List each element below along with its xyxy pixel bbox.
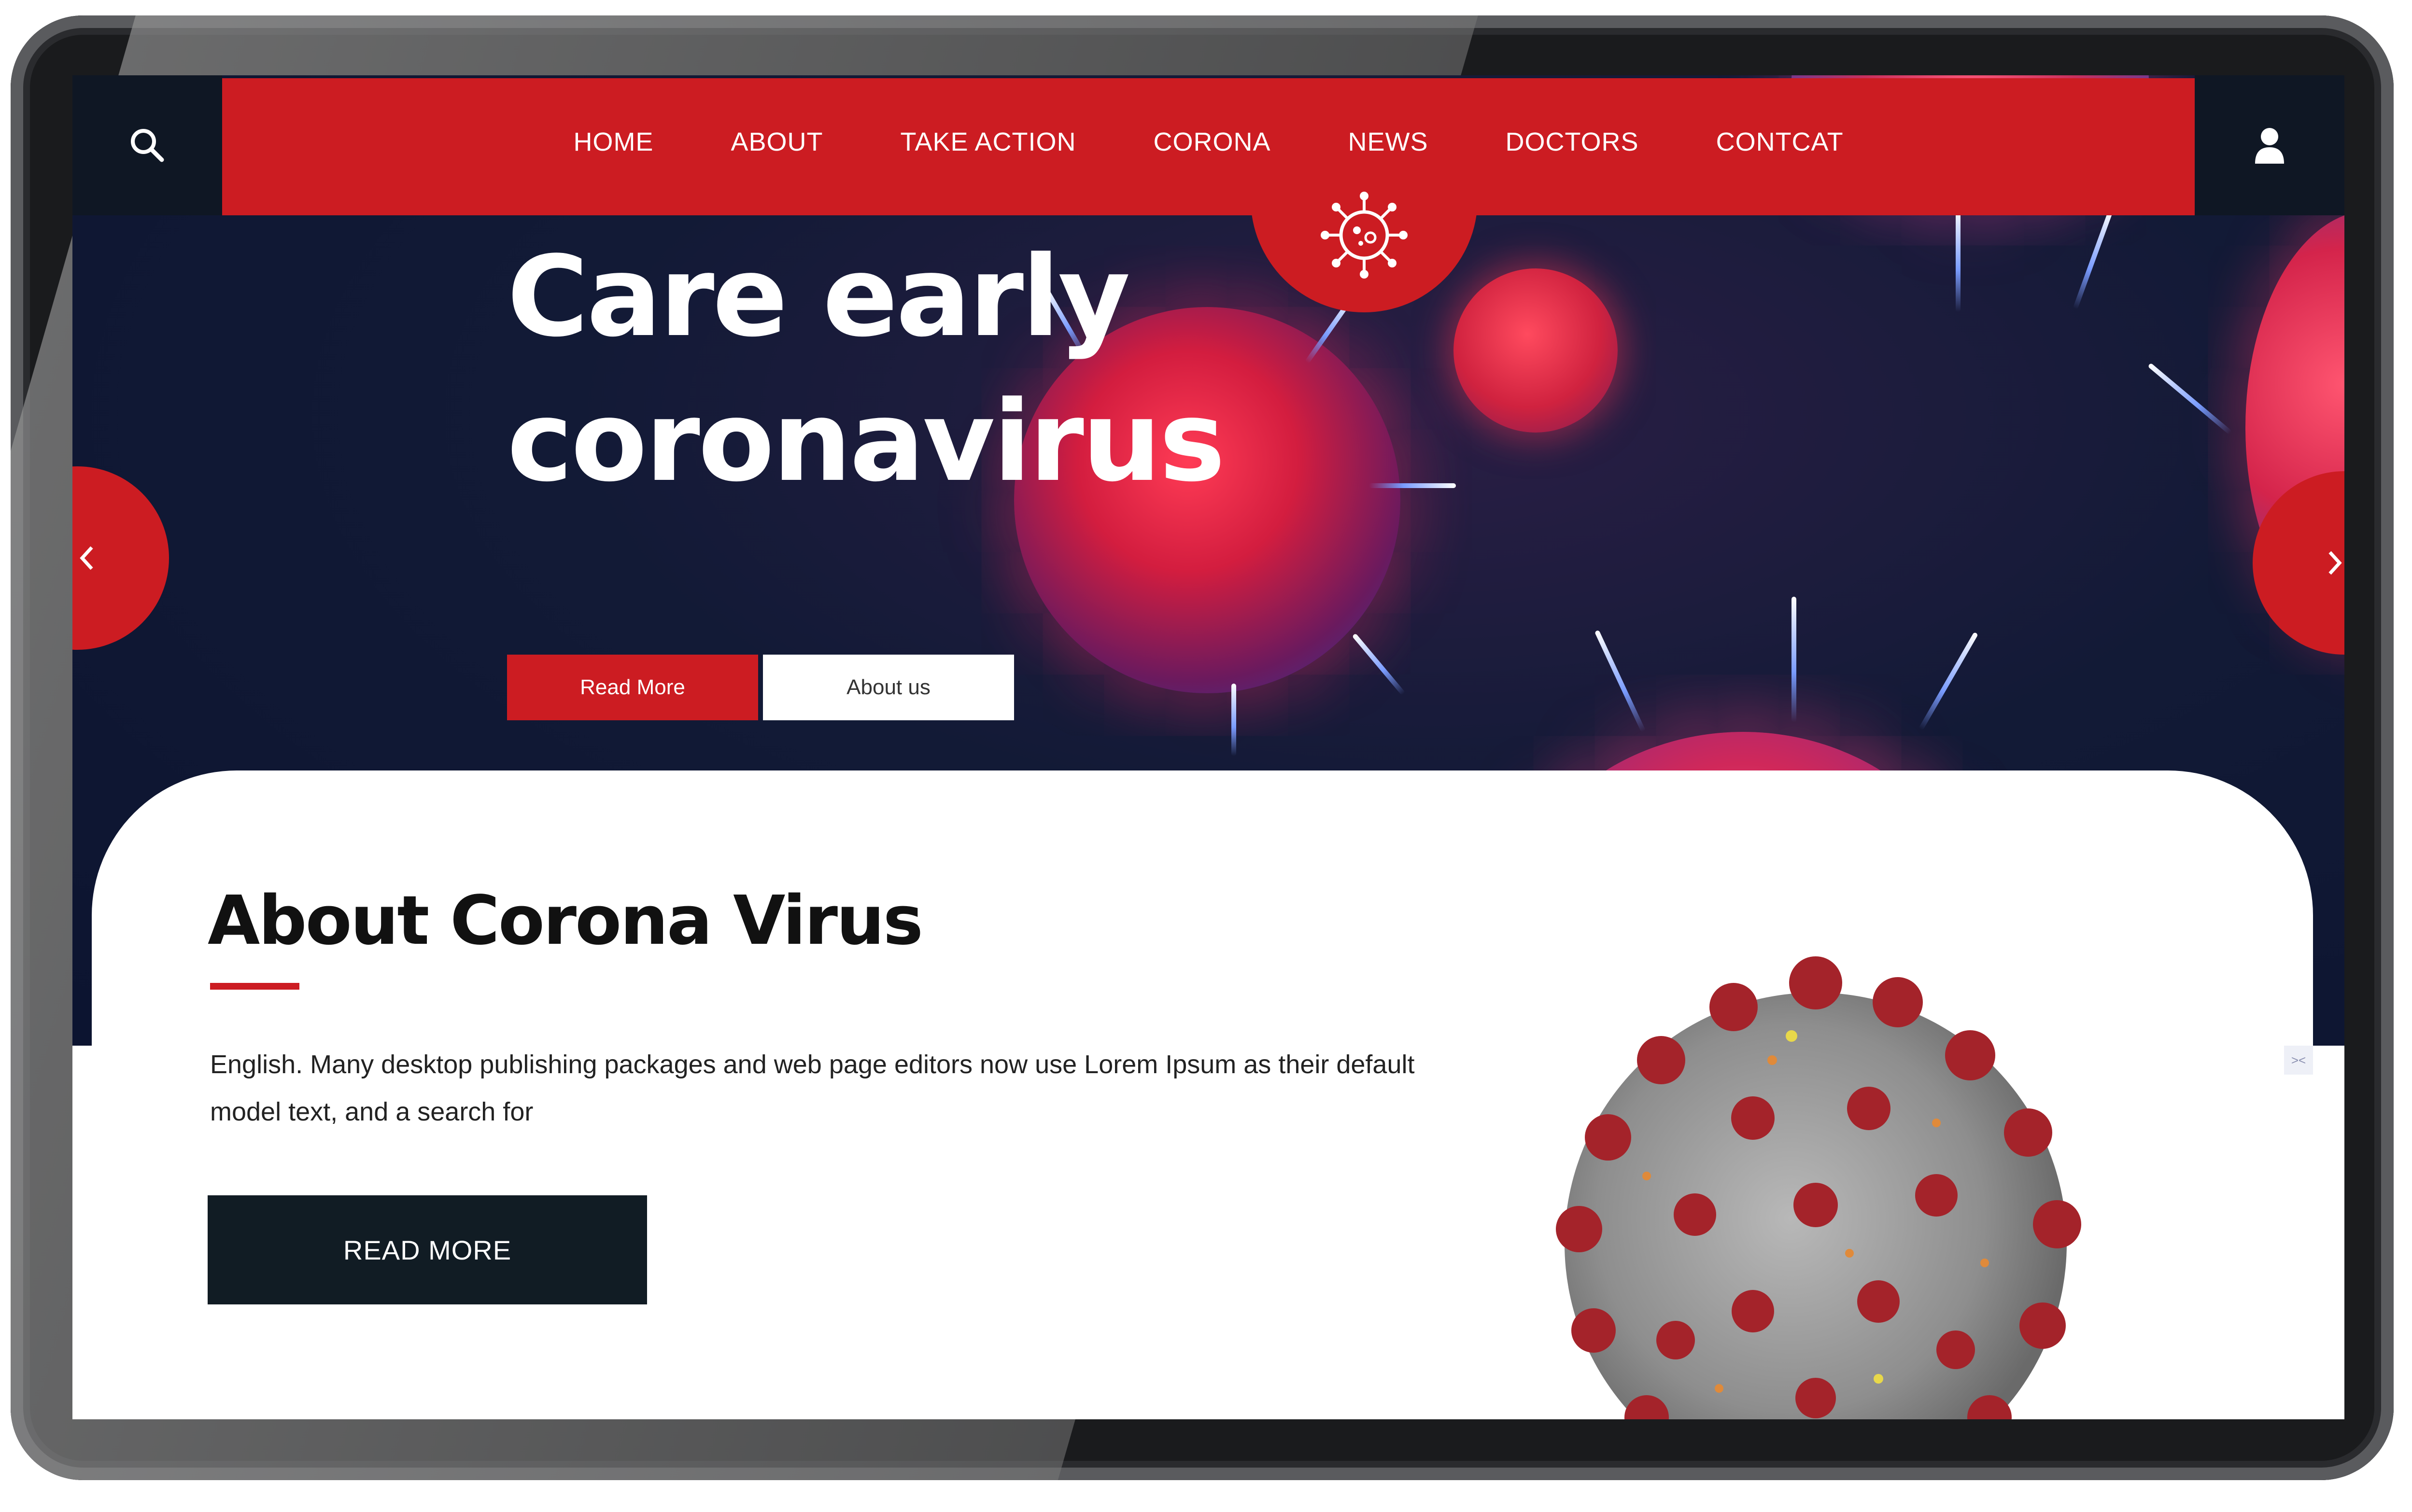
about-title: About Corona Virus <box>208 882 923 960</box>
nav-take-action[interactable]: TAKE ACTION <box>900 127 1076 157</box>
virus-spike <box>1956 206 1961 312</box>
nav-list: HOME ABOUT TAKE ACTION CORONA NEWS DOCTO… <box>222 78 2195 215</box>
about-text: English. Many desktop publishing package… <box>210 1050 1415 1126</box>
website-screen: Care early coronavirus Read More About u… <box>72 75 2344 1419</box>
read-more-button[interactable]: Read More <box>507 655 758 720</box>
about-read-more-button[interactable]: READ MORE <box>208 1195 647 1304</box>
virus-illustration <box>1453 268 1618 433</box>
nav-about[interactable]: ABOUT <box>731 127 823 157</box>
carousel-prev-button[interactable] <box>72 466 169 650</box>
virus-icon <box>1321 192 1408 279</box>
virus-spike <box>1352 633 1406 696</box>
top-header: HOME ABOUT TAKE ACTION CORONA NEWS DOCTO… <box>72 75 2344 312</box>
virus-spike <box>2073 208 2114 310</box>
title-underline <box>210 983 299 990</box>
search-button[interactable] <box>72 75 222 215</box>
nav-contact[interactable]: CONTCAT <box>1716 127 1844 157</box>
virus-spike <box>1918 631 1978 731</box>
chevron-right-icon <box>2328 551 2342 575</box>
user-icon <box>2255 128 2284 164</box>
user-account-button[interactable] <box>2195 75 2344 215</box>
nav-corona[interactable]: CORONA <box>1154 127 1271 157</box>
coronavirus-image <box>1556 956 2081 1419</box>
side-widget[interactable]: >< <box>2284 1046 2313 1075</box>
hero-title-line2: coronavirus <box>507 378 1226 506</box>
nav-home[interactable]: HOME <box>573 127 653 157</box>
search-icon <box>131 129 164 162</box>
virus-spike <box>2147 363 2232 435</box>
virus-spike <box>1231 684 1236 756</box>
chevron-left-icon <box>80 546 93 570</box>
nav-news[interactable]: NEWS <box>1348 127 1428 157</box>
virus-spike <box>1594 630 1646 733</box>
virus-spike <box>1791 597 1796 722</box>
main-navbar: HOME ABOUT TAKE ACTION CORONA NEWS DOCTO… <box>222 78 2195 312</box>
nav-doctors[interactable]: DOCTORS <box>1506 127 1639 157</box>
about-us-button[interactable]: About us <box>763 655 1014 720</box>
about-section: About Corona Virus English. Many desktop… <box>92 770 2313 1419</box>
